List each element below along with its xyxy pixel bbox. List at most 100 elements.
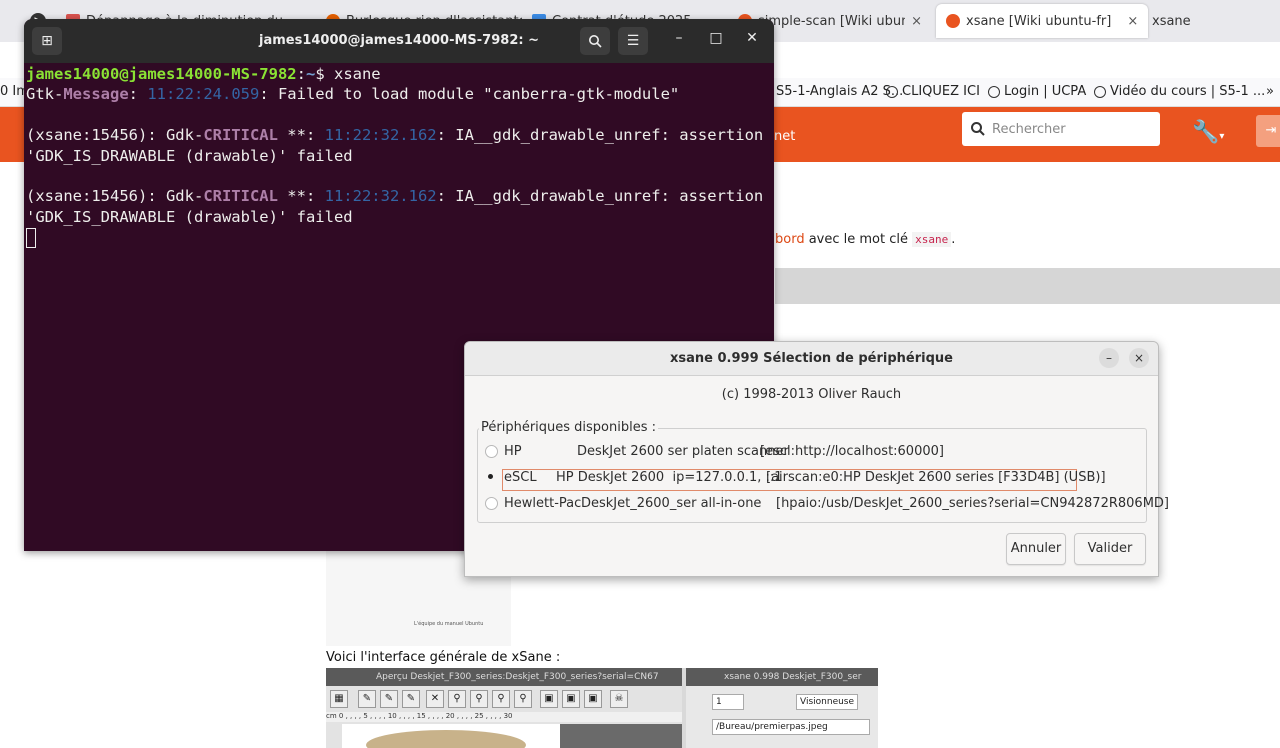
tab-close-icon[interactable]: × xyxy=(911,14,922,29)
device-selection-dialog[interactable]: xsane 0.999 Sélection de périphérique – … xyxy=(464,341,1169,577)
tab-label: xsane [Wiki ubuntu-fr] xyxy=(966,13,1112,29)
site-search-input[interactable]: Rechercher xyxy=(962,112,1160,146)
device-model: HP DeskJet 2600 ip=127.0.0.1, ::1 xyxy=(556,470,783,485)
bookmark-label: Vidéo du cours | S5-1 ... xyxy=(1110,84,1266,99)
radio-icon xyxy=(485,497,498,510)
xsane-tool-icon: ⚲ xyxy=(470,690,488,708)
xsane-tool-icon: ⚲ xyxy=(514,690,532,708)
device-address: [airscan:e0:HP DeskJet 2600 series [F33D… xyxy=(766,470,1106,485)
menu-icon[interactable]: ☰ xyxy=(618,27,648,55)
browser-tab-active[interactable]: xsane [Wiki ubuntu-fr] × xyxy=(936,4,1149,38)
xsane-tool-icon: ▦ xyxy=(330,690,348,708)
device-address: [escl:http://localhost:60000] xyxy=(760,444,944,459)
log-text: 'GDK_IS_DRAWABLE (drawable)' failed xyxy=(26,207,353,226)
xsane-preview-window: Aperçu Deskjet_F300_series:Deskjet_F300_… xyxy=(326,668,682,748)
terminal-output[interactable]: james14000@james14000-MS-7982: ~$ xsane G… xyxy=(26,64,772,248)
xsane-tool-icon: ✎ xyxy=(402,690,420,708)
log-timestamp: 11:22:32.162 xyxy=(324,187,437,206)
xsane-tool-icon: ✎ xyxy=(380,690,398,708)
device-radio-hp-escl[interactable]: HP DeskJet 2600 ser platen scanner [escl… xyxy=(485,441,1145,463)
device-model: DeskJet_2600_ser all-in-one xyxy=(581,496,762,511)
cancel-button[interactable]: Annuler xyxy=(1006,533,1066,565)
radio-icon xyxy=(485,445,498,458)
bookmark-item[interactable]: Login | UCPA xyxy=(988,84,1086,99)
xsane-viewer-select: Visionneuse xyxy=(796,694,859,710)
xsane-preview-title: Aperçu Deskjet_F300_series:Deskjet_F300_… xyxy=(326,668,682,686)
xsane-tool-icon: ▣ xyxy=(584,690,602,708)
paragraph-text: Voici l'interface générale de xSane : xyxy=(326,650,561,665)
xsane-preview-dark xyxy=(560,724,682,748)
device-model: DeskJet 2600 ser platen scanner xyxy=(577,444,789,459)
validate-button[interactable]: Valider xyxy=(1074,533,1146,565)
tools-wrench-icon[interactable]: 🔧▾ xyxy=(1192,120,1224,145)
radio-selected-icon xyxy=(485,471,498,484)
minimize-icon[interactable]: – xyxy=(1099,348,1119,368)
log-text: 'GDK_IS_DRAWABLE (drawable)' failed xyxy=(26,146,353,165)
page-text: bord avec le mot clé xsane. xyxy=(775,232,955,247)
xsane-tool-icon: ✕ xyxy=(426,690,444,708)
prompt-user: james14000@james14000-MS-7982 xyxy=(26,65,297,83)
terminal-header: ⊞ james14000@james14000-MS-7982: ~ ☰ – □… xyxy=(24,19,774,63)
close-icon[interactable]: × xyxy=(1129,348,1149,368)
bookmarks-overflow-icon[interactable]: » xyxy=(1266,84,1274,99)
login-icon[interactable]: ⇥ xyxy=(1256,115,1280,147)
device-radio-escl-airscan[interactable]: eSCL HP DeskJet 2600 ip=127.0.0.1, ::1 [… xyxy=(485,467,1145,489)
bookmark-item[interactable]: CLIQUEZ ICI xyxy=(886,84,980,99)
prompt-path: ~ xyxy=(305,65,316,83)
log-timestamp: 11:22:32.162 xyxy=(324,126,437,145)
terminal-cursor xyxy=(26,227,36,248)
log-text: **: xyxy=(277,187,325,206)
search-icon[interactable] xyxy=(580,27,610,55)
search-placeholder: Rechercher xyxy=(992,121,1066,137)
maximize-icon[interactable]: □ xyxy=(706,30,726,46)
xsane-tool-icon: ✎ xyxy=(358,690,376,708)
xsane-ruler: cm 0 , , , , 5 , , , , 10 , , , , 15 , ,… xyxy=(326,712,682,722)
xsane-copies-field: 1 xyxy=(712,694,744,710)
log-level: Message xyxy=(63,85,129,104)
dialog-title: xsane 0.999 Sélection de périphérique xyxy=(670,351,953,366)
page-text-end: . xyxy=(951,232,956,247)
tab-label: simple-scan [Wiki ubuntu-fr] xyxy=(758,13,905,29)
log-text: (xsane:15456): Gdk- xyxy=(26,187,204,206)
log-text: : Failed to load module "canberra-gtk-mo… xyxy=(259,85,680,104)
section-band xyxy=(775,268,1280,304)
command-text: xsane xyxy=(333,65,381,83)
xsane-screenshot-image: Aperçu Deskjet_F300_series:Deskjet_F300_… xyxy=(326,668,878,748)
page-text-span: avec le mot clé xyxy=(804,232,913,247)
device-vendor: Hewlett-Pac xyxy=(504,496,582,511)
log-text: (xsane:15456): Gdk- xyxy=(26,126,204,145)
bookmark-item[interactable]: S5-1-Anglais A2 S... xyxy=(776,84,903,99)
image-caption: L'équipe du manuel Ubuntu xyxy=(414,621,484,627)
xsane-tool-icon: ▣ xyxy=(540,690,558,708)
window-title: xsane xyxy=(1152,13,1191,29)
xsane-main-title: xsane 0.998 Deskjet_F300_ser xyxy=(686,668,878,686)
log-text: Gtk- xyxy=(26,85,64,104)
log-text: : xyxy=(128,85,148,104)
xsane-tool-icon: ⚲ xyxy=(492,690,510,708)
header-nav-fragment[interactable]: net xyxy=(774,129,795,144)
search-icon xyxy=(971,122,985,136)
page-link[interactable]: bord xyxy=(775,232,805,247)
log-text: : IA__gdk_drawable_unref: assertion xyxy=(436,126,764,145)
xsane-tool-icon: ☠ xyxy=(610,690,628,708)
device-vendor: HP xyxy=(504,444,522,459)
bookmark-item[interactable]: Vidéo du cours | S5-1 ... xyxy=(1094,84,1265,99)
globe-icon xyxy=(988,85,1000,98)
ubuntu-favicon-icon xyxy=(946,14,960,28)
tab-close-icon[interactable]: × xyxy=(1127,14,1138,29)
bookmark-label: Login | UCPA xyxy=(1004,84,1087,99)
log-level: CRITICAL xyxy=(203,187,278,206)
log-text: : IA__gdk_drawable_unref: assertion xyxy=(436,187,764,206)
copyright-text: (c) 1998-2013 Oliver Rauch xyxy=(721,387,902,402)
bookmark-label: CLIQUEZ ICI xyxy=(902,84,980,99)
xsane-tool-icon: ▣ xyxy=(562,690,580,708)
xsane-tool-icon: ⚲ xyxy=(448,690,466,708)
device-radio-hpaio[interactable]: Hewlett-Pac DeskJet_2600_ser all-in-one … xyxy=(485,493,1169,515)
keyword-code: xsane xyxy=(912,232,952,247)
close-icon[interactable]: ✕ xyxy=(742,30,762,46)
minimize-icon[interactable]: – xyxy=(669,30,689,46)
log-text: **: xyxy=(277,126,325,145)
bookmark-label: S5-1-Anglais A2 S... xyxy=(776,84,904,99)
terminal-title: james14000@james14000-MS-7982: ~ xyxy=(258,33,539,48)
prompt-end: $ xyxy=(315,65,334,83)
